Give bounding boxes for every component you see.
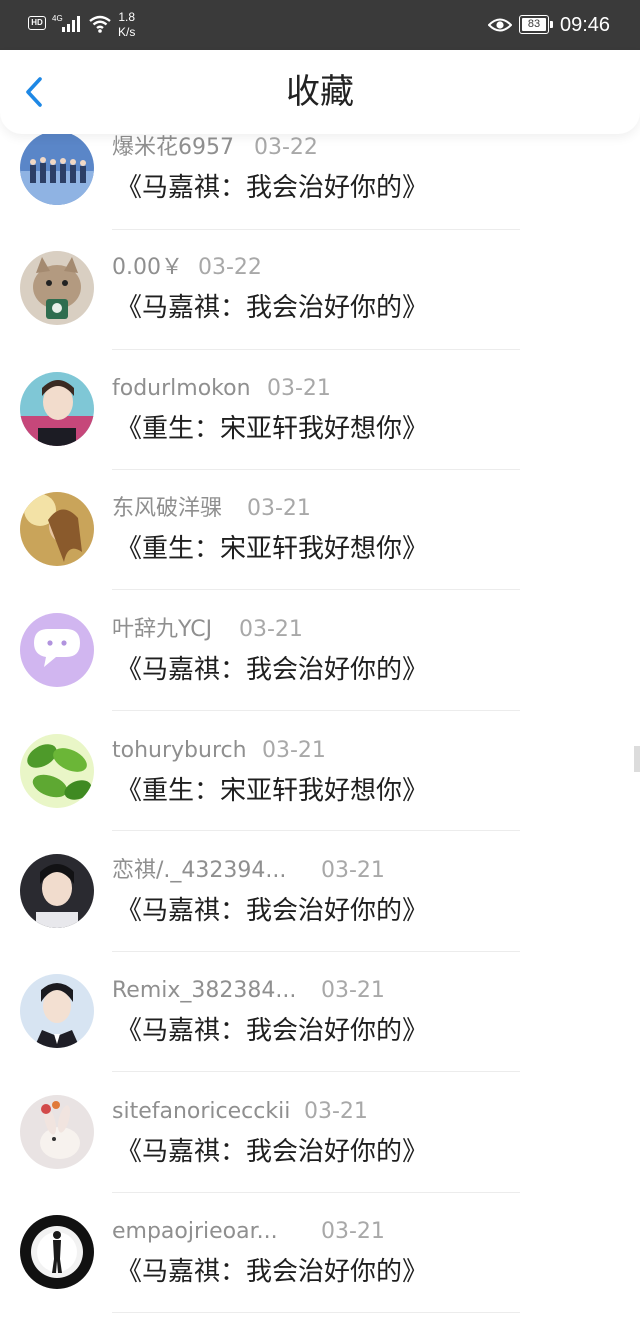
signal-icon — [62, 16, 84, 32]
divider — [112, 589, 520, 590]
date: 03-21 — [239, 617, 303, 642]
divider — [112, 710, 520, 711]
divider — [112, 1071, 520, 1072]
username: 恋祺/._432394... — [112, 858, 287, 883]
username: 0.00￥ — [112, 255, 183, 280]
clock: 09:46 — [560, 14, 611, 36]
date: 03-21 — [321, 1219, 385, 1244]
story-title: 《重生：宋亚轩我好想你》 — [116, 534, 429, 564]
divider — [112, 830, 520, 831]
story-title: 《重生：宋亚轩我好想你》 — [116, 414, 429, 444]
list-item[interactable]: 叶辞九YCJ 03-21 《马嘉祺：我会治好你的》 — [0, 613, 640, 734]
speed-unit: K/s — [118, 25, 136, 39]
username: empaojrieoar... — [112, 1219, 278, 1244]
network-speed: 1.8 K/s — [118, 10, 135, 40]
battery-level: 83 — [522, 18, 546, 31]
status-bar: HD 4G 1.8 K/s 83 09:46 — [0, 0, 640, 50]
eye-comfort-icon — [488, 18, 512, 32]
speed-value: 1.8 — [118, 10, 136, 24]
avatar — [20, 251, 94, 325]
battery-icon: 83 — [519, 15, 553, 34]
avatar — [20, 613, 94, 687]
divider — [112, 349, 520, 350]
date: 03-21 — [321, 858, 385, 883]
username: fodurlmokon — [112, 376, 251, 401]
hd-badge: HD — [28, 16, 46, 30]
list-item[interactable]: 爆米花6957 03-22 《马嘉祺：我会治好你的》 — [0, 131, 640, 252]
date: 03-22 — [254, 135, 318, 160]
username: 叶辞九YCJ — [112, 617, 213, 642]
divider — [112, 951, 520, 952]
story-title: 《马嘉祺：我会治好你的》 — [116, 1016, 429, 1046]
date: 03-21 — [267, 376, 331, 401]
username: tohuryburch — [112, 738, 247, 763]
list-item[interactable]: 东风破洋骒 03-21 《重生：宋亚轩我好想你》 — [0, 492, 640, 613]
favorites-list: 爆米花6957 03-22 《马嘉祺：我会治好你的》 0.00￥ 03-22 《… — [0, 131, 640, 1330]
story-title: 《马嘉祺：我会治好你的》 — [116, 896, 429, 926]
avatar — [20, 974, 94, 1048]
divider — [112, 1192, 520, 1193]
header: 收藏 — [0, 50, 640, 134]
avatar — [20, 734, 94, 808]
story-title: 《马嘉祺：我会治好你的》 — [116, 1257, 429, 1287]
username: sitefanoricecckii — [112, 1099, 291, 1124]
date: 03-21 — [247, 496, 311, 521]
username: 东风破洋骒 — [112, 496, 223, 521]
avatar — [20, 1095, 94, 1169]
username: Remix_382384... — [112, 978, 297, 1003]
story-title: 《重生：宋亚轩我好想你》 — [116, 776, 429, 806]
list-item[interactable]: 恋祺/._432394... 03-21 《马嘉祺：我会治好你的》 — [0, 854, 640, 975]
story-title: 《马嘉祺：我会治好你的》 — [116, 293, 429, 323]
avatar — [20, 1215, 94, 1289]
page-title: 收藏 — [286, 72, 354, 112]
list-item[interactable]: Remix_382384... 03-21 《马嘉祺：我会治好你的》 — [0, 974, 640, 1095]
avatar — [20, 372, 94, 446]
avatar — [20, 131, 94, 205]
date: 03-21 — [321, 978, 385, 1003]
story-title: 《马嘉祺：我会治好你的》 — [116, 1137, 429, 1167]
list-item[interactable]: sitefanoricecckii 03-21 《马嘉祺：我会治好你的》 — [0, 1095, 640, 1216]
avatar — [20, 854, 94, 928]
username: 爆米花6957 — [112, 135, 234, 160]
divider — [112, 229, 520, 230]
divider — [112, 1312, 520, 1313]
date: 03-21 — [262, 738, 326, 763]
story-title: 《马嘉祺：我会治好你的》 — [116, 173, 429, 203]
list-item[interactable]: fodurlmokon 03-21 《重生：宋亚轩我好想你》 — [0, 372, 640, 493]
list-item[interactable]: 0.00￥ 03-22 《马嘉祺：我会治好你的》 — [0, 251, 640, 372]
avatar — [20, 492, 94, 566]
divider — [112, 469, 520, 470]
list-item[interactable]: tohuryburch 03-21 《重生：宋亚轩我好想你》 — [0, 734, 640, 855]
scrollbar[interactable] — [634, 746, 640, 772]
date: 03-22 — [198, 255, 262, 280]
wifi-icon — [89, 15, 111, 33]
date: 03-21 — [304, 1099, 368, 1124]
story-title: 《马嘉祺：我会治好你的》 — [116, 655, 429, 685]
